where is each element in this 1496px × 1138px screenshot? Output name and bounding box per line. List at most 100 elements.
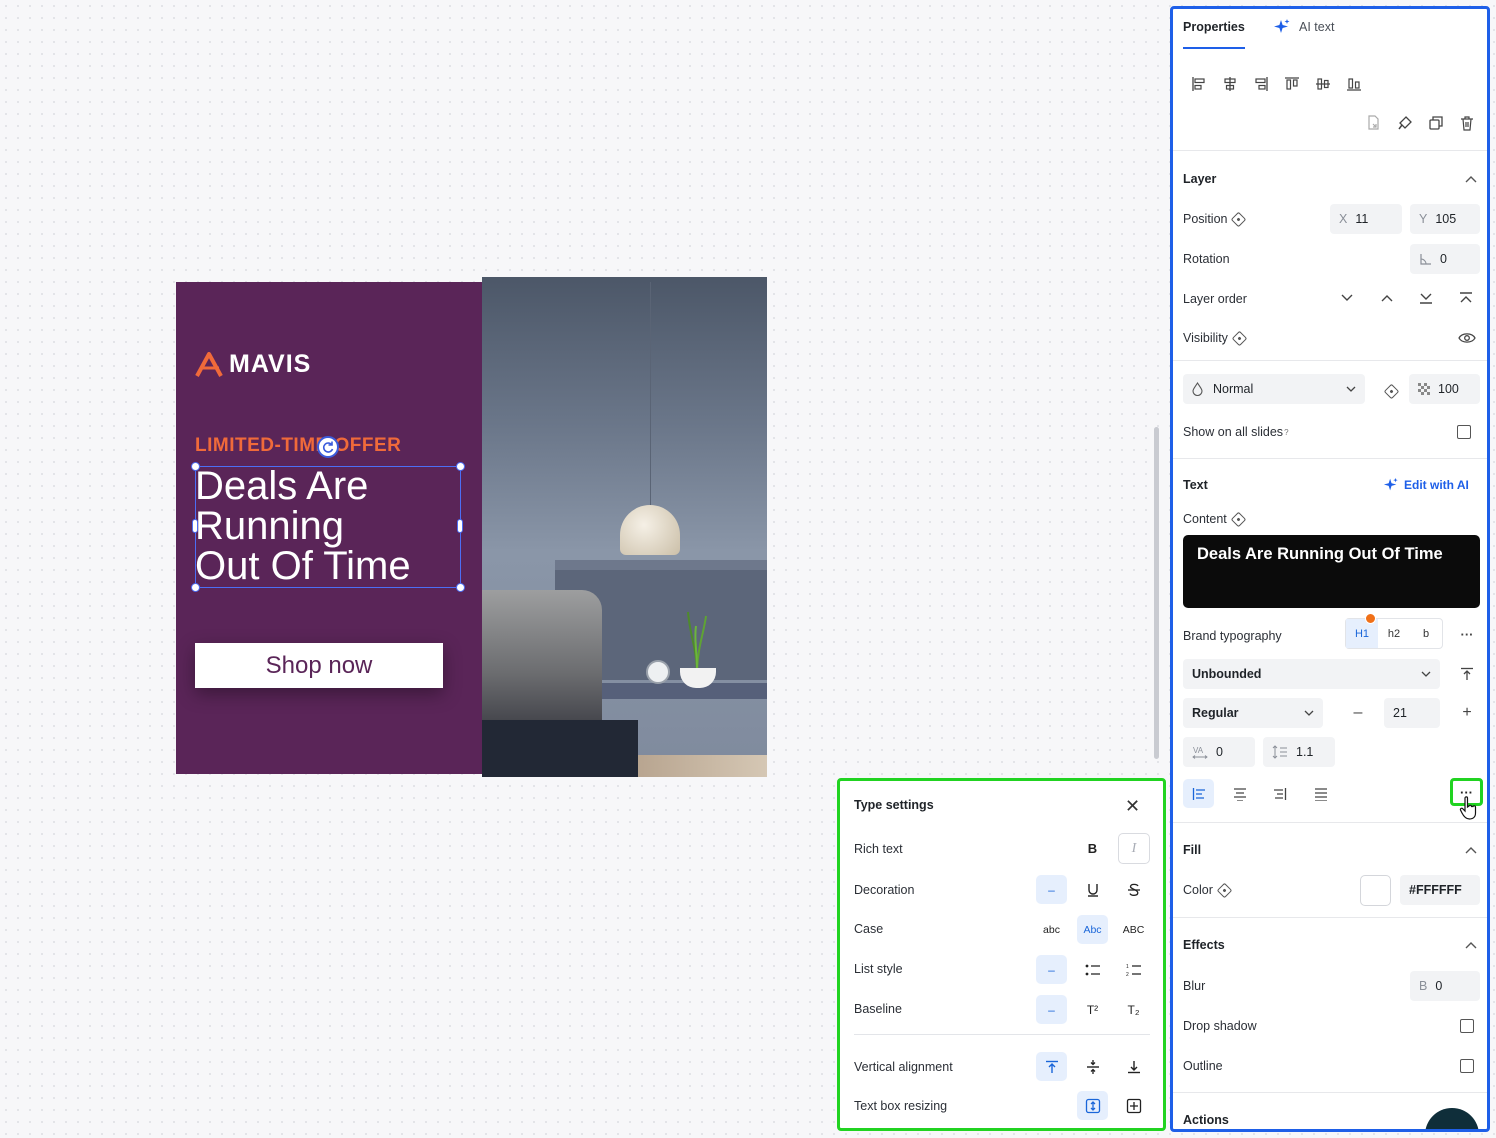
chat-support-button[interactable] [1425, 1108, 1479, 1129]
bold-button[interactable]: B [1077, 834, 1108, 863]
vertical-alignment-label: Vertical alignment [854, 1060, 953, 1074]
keyframe-diamond-icon[interactable] [1216, 882, 1233, 898]
strikethrough-icon[interactable] [1118, 875, 1149, 904]
decoration-none-button[interactable]: – [1036, 875, 1067, 904]
keyframe-diamond-icon[interactable] [1383, 383, 1400, 400]
rotation-field[interactable]: 0 [1410, 244, 1480, 274]
resize-handle[interactable] [456, 462, 465, 471]
bullet-list-icon[interactable] [1077, 955, 1108, 984]
text-box-mode-dropdown[interactable]: Unbounded [1183, 659, 1440, 689]
brand-typography-label: Brand typography [1183, 629, 1282, 643]
align-left-edges-icon[interactable] [1188, 73, 1210, 95]
edit-with-ai-button[interactable]: Edit with AI [1383, 477, 1469, 493]
text-align-left-icon[interactable] [1183, 779, 1214, 808]
text-align-justify-icon[interactable] [1305, 779, 1336, 808]
chevron-up-icon[interactable] [1463, 842, 1479, 858]
italic-button[interactable]: I [1118, 833, 1150, 864]
align-middle-icon[interactable] [1077, 1052, 1108, 1081]
send-backward-icon[interactable] [1336, 287, 1358, 309]
text-box-resizing-label: Text box resizing [854, 1099, 948, 1113]
fixed-size-icon[interactable] [1118, 1091, 1149, 1120]
color-swatch[interactable] [1360, 875, 1391, 906]
offer-text[interactable]: LIMITED-TIME OFFER [195, 435, 401, 457]
keyframe-diamond-icon[interactable] [1231, 211, 1247, 227]
position-y-field[interactable]: Y 105 [1410, 204, 1480, 234]
show-on-all-slides-checkbox[interactable] [1457, 425, 1471, 439]
align-bottom-edges-icon[interactable] [1343, 73, 1365, 95]
blend-mode-dropdown[interactable]: Normal [1183, 374, 1365, 404]
align-top-icon[interactable] [1036, 1052, 1067, 1081]
list-none-button[interactable]: – [1036, 955, 1067, 984]
text-align-right-icon[interactable] [1264, 779, 1295, 808]
align-top-edges-icon[interactable] [1281, 73, 1303, 95]
case-upper-button[interactable]: ABC [1118, 915, 1149, 944]
keyframe-diamond-icon[interactable] [1231, 330, 1248, 346]
chevron-up-icon[interactable] [1463, 171, 1479, 187]
align-right-edges-icon[interactable] [1250, 73, 1272, 95]
case-lower-button[interactable]: abc [1036, 915, 1067, 944]
duplicate-icon[interactable] [1425, 112, 1447, 134]
style-brush-icon[interactable] [1394, 112, 1416, 134]
align-bottom-icon[interactable] [1118, 1052, 1149, 1081]
layer-section-title: Layer [1183, 172, 1217, 186]
more-options-icon[interactable]: ··· [1456, 623, 1478, 645]
baseline-label: Baseline [854, 1002, 902, 1016]
help-superscript[interactable]: ? [1284, 428, 1288, 437]
brand-logo[interactable]: MAVIS [195, 350, 311, 379]
resize-handle[interactable] [191, 583, 200, 592]
drop-shadow-checkbox[interactable] [1460, 1019, 1474, 1033]
vertical-align-top-icon[interactable] [1456, 663, 1478, 685]
typography-h2-button[interactable]: h2 [1378, 619, 1410, 648]
letter-spacing-field[interactable]: VA 0 [1183, 737, 1255, 767]
pointer-hand-icon [1459, 796, 1477, 820]
send-to-back-icon[interactable] [1415, 287, 1437, 309]
superscript-button[interactable]: T² [1077, 995, 1108, 1024]
chevron-up-icon[interactable] [1463, 937, 1479, 953]
case-title-button[interactable]: Abc [1077, 915, 1108, 944]
tab-ai-text[interactable]: AI text [1299, 20, 1334, 34]
resize-handle[interactable] [192, 519, 198, 533]
subscript-button[interactable]: T₂ [1118, 995, 1149, 1024]
typography-h1-button[interactable]: H1 [1346, 613, 1378, 648]
keyframe-diamond-icon[interactable] [1230, 511, 1247, 527]
position-label-text: Position [1183, 212, 1228, 226]
baseline-none-button[interactable]: – [1036, 995, 1067, 1024]
font-size-field[interactable]: 21 [1384, 698, 1440, 728]
bring-forward-icon[interactable] [1376, 287, 1398, 309]
rotate-handle-icon[interactable] [317, 436, 339, 458]
opacity-field[interactable]: 100 [1409, 374, 1480, 404]
blur-field[interactable]: B 0 [1410, 971, 1480, 1001]
replace-icon[interactable] [1363, 112, 1385, 134]
line-height-field[interactable]: 1.1 [1263, 737, 1335, 767]
outline-checkbox[interactable] [1460, 1059, 1474, 1073]
line-height-value: 1.1 [1296, 745, 1314, 759]
blur-value: 0 [1435, 979, 1443, 993]
shop-now-button[interactable]: Shop now [195, 643, 443, 688]
decrease-size-icon[interactable]: – [1347, 702, 1369, 724]
bring-to-front-icon[interactable] [1455, 287, 1477, 309]
eye-icon[interactable] [1456, 327, 1478, 349]
resize-handle[interactable] [456, 583, 465, 592]
align-horizontal-center-icon[interactable] [1219, 73, 1241, 95]
canvas-scrollbar[interactable] [1154, 427, 1159, 759]
resize-handle[interactable] [191, 462, 200, 471]
content-textarea[interactable]: Deals Are Running Out Of Time [1183, 535, 1480, 608]
typography-h1-label: H1 [1354, 627, 1370, 640]
text-align-center-icon[interactable] [1224, 779, 1255, 808]
typography-body-button[interactable]: b [1410, 619, 1442, 648]
color-hex-field[interactable]: #FFFFFF [1400, 875, 1480, 905]
font-weight-dropdown[interactable]: Regular [1183, 698, 1323, 728]
underline-icon[interactable] [1077, 875, 1108, 904]
trash-icon[interactable] [1456, 112, 1478, 134]
numbered-list-icon[interactable]: 12 [1118, 955, 1149, 984]
auto-height-icon[interactable] [1077, 1091, 1108, 1120]
opacity-value: 100 [1438, 382, 1459, 396]
text-box-mode-value: Unbounded [1192, 667, 1262, 681]
position-x-field[interactable]: X 11 [1330, 204, 1402, 234]
increase-size-icon[interactable]: + [1456, 702, 1478, 724]
close-icon[interactable]: ✕ [1125, 797, 1140, 815]
fill-section-title: Fill [1183, 843, 1202, 857]
resize-handle[interactable] [457, 519, 463, 533]
tab-properties[interactable]: Properties [1183, 20, 1245, 34]
align-vertical-center-icon[interactable] [1312, 73, 1334, 95]
